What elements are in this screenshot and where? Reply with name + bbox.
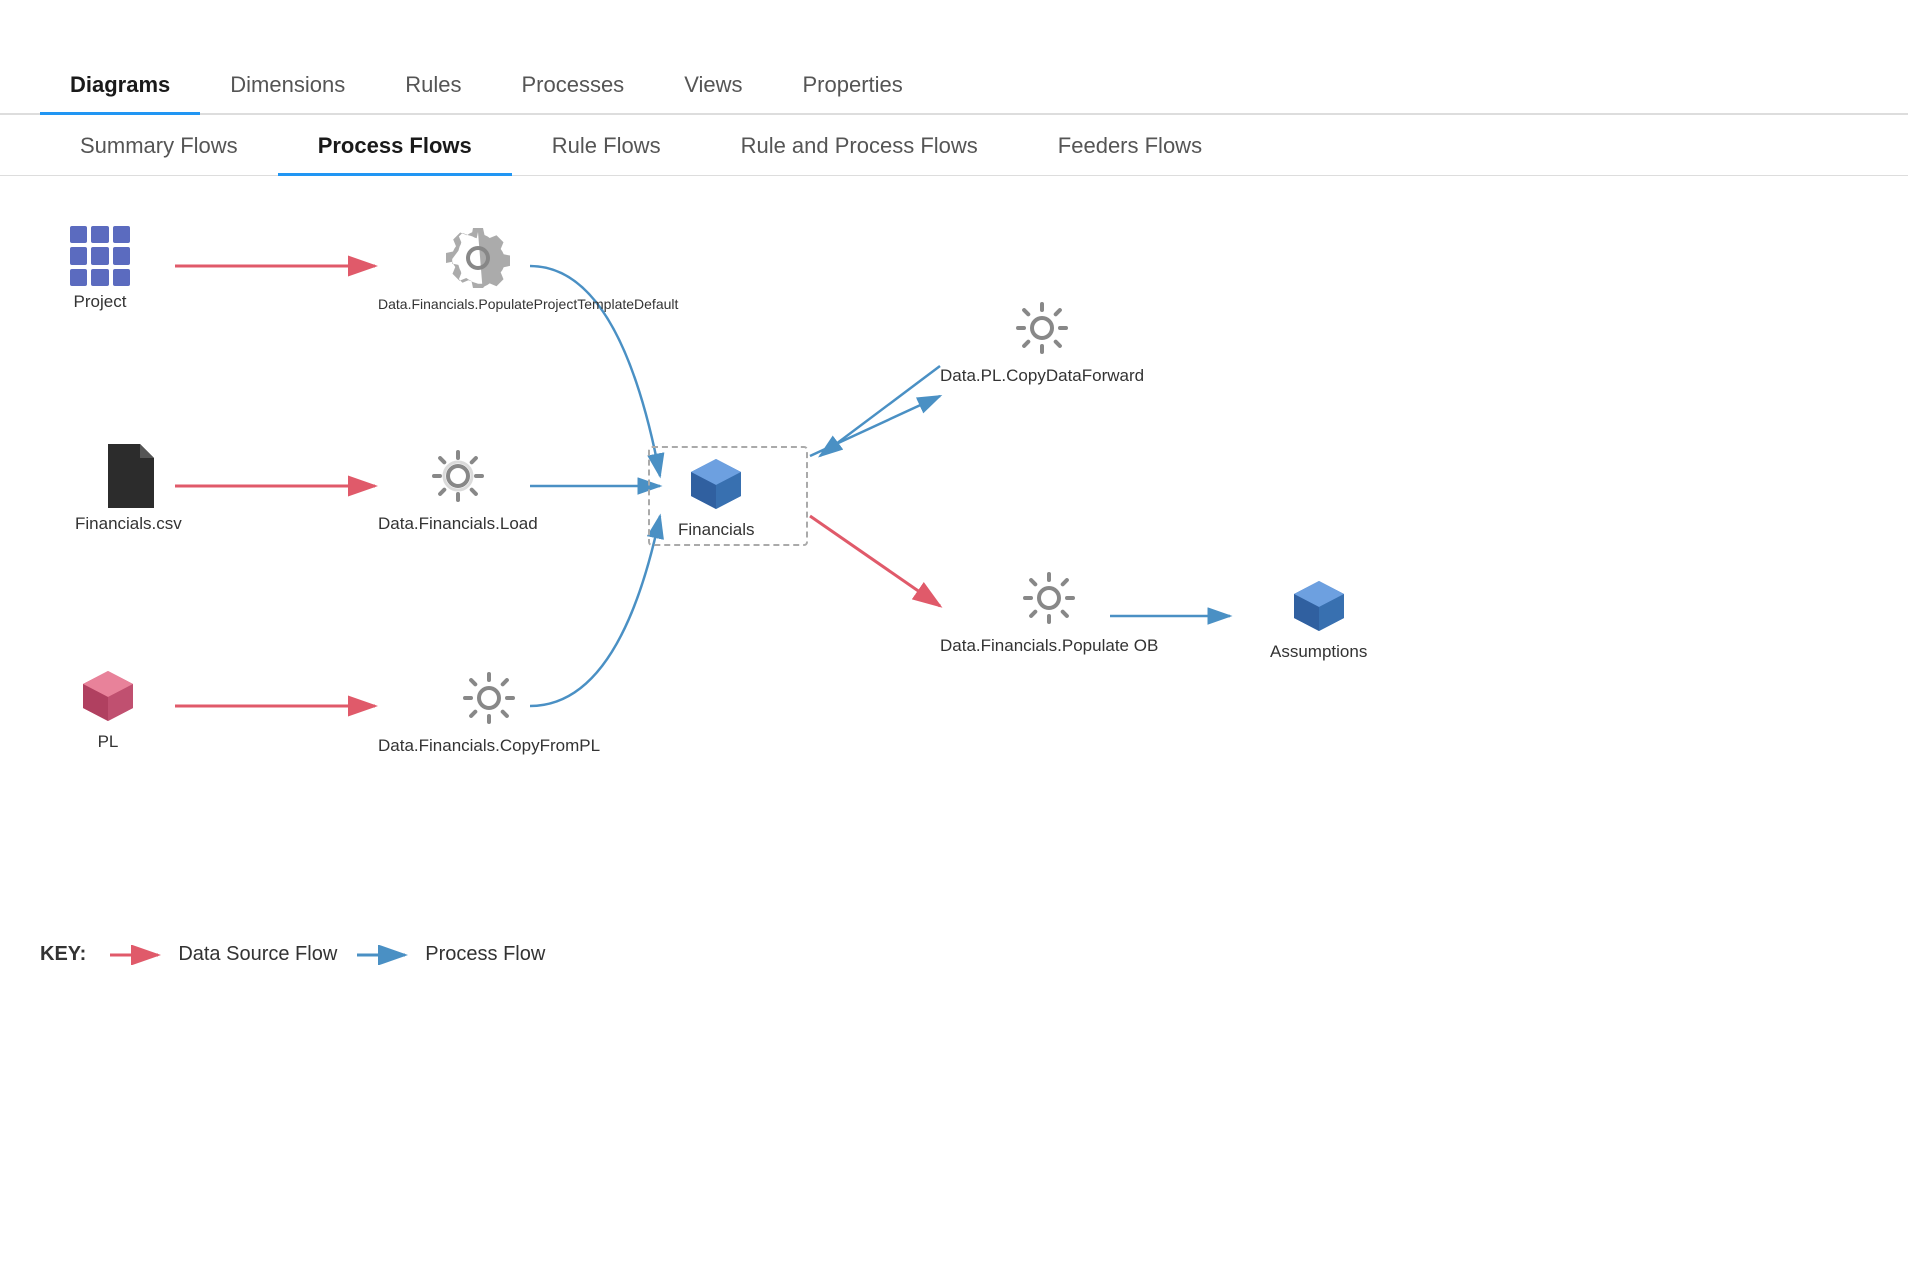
node-assumptions: Assumptions <box>1270 576 1367 662</box>
assumptions-cube-icon <box>1289 576 1349 636</box>
node-copy-from-pl: Data.Financials.CopyFromPL <box>378 666 600 756</box>
copy-data-forward-label: Data.PL.CopyDataForward <box>940 366 1144 386</box>
copy-from-pl-gear-icon <box>457 666 521 730</box>
file-icon <box>102 444 154 508</box>
tab-processes[interactable]: Processes <box>491 60 654 115</box>
key-data-source: Data Source Flow <box>110 943 337 966</box>
project-label: Project <box>74 292 127 312</box>
subtab-rule-flows[interactable]: Rule Flows <box>512 115 701 176</box>
pl-cube-icon <box>78 666 138 726</box>
node-load-process: Data.Financials.Load <box>378 444 538 534</box>
top-navigation: Diagrams Dimensions Rules Processes View… <box>0 0 1908 115</box>
node-financials-csv: Financials.csv <box>75 444 182 534</box>
tab-rules[interactable]: Rules <box>375 60 491 115</box>
tab-properties[interactable]: Properties <box>772 60 932 115</box>
subtab-feeders-flows[interactable]: Feeders Flows <box>1018 115 1242 176</box>
financials-label: Financials <box>678 520 755 540</box>
populate-project-gear-icon <box>446 226 510 290</box>
assumptions-label: Assumptions <box>1270 642 1367 662</box>
pl-label: PL <box>98 732 119 752</box>
subtab-process-flows[interactable]: Process Flows <box>278 115 512 176</box>
load-process-gear-icon <box>426 444 490 508</box>
tab-dimensions[interactable]: Dimensions <box>200 60 375 115</box>
tab-diagrams[interactable]: Diagrams <box>40 60 200 115</box>
node-populate-project: Data.Financials.PopulateProjectTemplateD… <box>378 226 578 312</box>
project-icon <box>70 226 130 286</box>
process-flow-label: Process Flow <box>425 943 545 966</box>
populate-project-label: Data.Financials.PopulateProjectTemplateD… <box>378 296 578 312</box>
node-copy-data-forward: Data.PL.CopyDataForward <box>940 296 1144 386</box>
node-financials: Financials <box>678 454 755 540</box>
key-process-flow: Process Flow <box>357 943 545 966</box>
sub-navigation: Summary Flows Process Flows Rule Flows R… <box>0 115 1908 176</box>
data-source-flow-label: Data Source Flow <box>178 943 337 966</box>
load-process-label: Data.Financials.Load <box>378 514 538 534</box>
diagram-area: Project Financials.csv PL Data.Financial… <box>0 176 1908 1026</box>
node-project: Project <box>70 226 130 312</box>
subtab-rule-process-flows[interactable]: Rule and Process Flows <box>701 115 1018 176</box>
copy-data-forward-gear-icon <box>1010 296 1074 360</box>
key-section: KEY: Data Source Flow <box>40 943 545 966</box>
populate-ob-label: Data.Financials.Populate OB <box>940 636 1158 656</box>
subtab-summary-flows[interactable]: Summary Flows <box>40 115 278 176</box>
red-arrow-key <box>110 945 170 965</box>
key-label: KEY: <box>40 943 86 966</box>
populate-ob-gear-icon <box>1017 566 1081 630</box>
financials-csv-label: Financials.csv <box>75 514 182 534</box>
financials-cube-icon <box>686 454 746 514</box>
copy-from-pl-label: Data.Financials.CopyFromPL <box>378 736 600 756</box>
blue-arrow-key <box>357 945 417 965</box>
node-pl: PL <box>78 666 138 752</box>
tab-views[interactable]: Views <box>654 60 772 115</box>
node-populate-ob: Data.Financials.Populate OB <box>940 566 1158 656</box>
